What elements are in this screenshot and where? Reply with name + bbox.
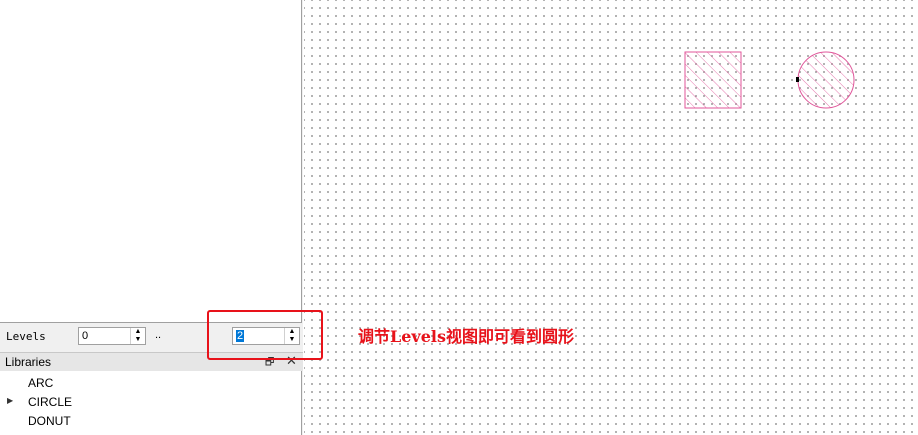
hatched-square-shape[interactable]: [684, 51, 742, 109]
spin-down-icon[interactable]: ▼: [131, 336, 145, 344]
expand-arrow-icon[interactable]: ▶: [7, 396, 13, 405]
library-item-label: CIRCLE: [28, 395, 73, 409]
library-item-arc[interactable]: ARC: [0, 373, 300, 392]
library-item-donut[interactable]: DONUT: [0, 411, 300, 430]
circle-origin-marker: [796, 77, 799, 82]
highlight-box: [207, 310, 323, 360]
annotation-text: 调节Levels视图即可看到圆形: [358, 327, 574, 346]
levels-from-spinbox[interactable]: 0 ▲ ▼: [78, 327, 146, 345]
libraries-title: Libraries: [5, 355, 52, 369]
spin-up-icon[interactable]: ▲: [131, 328, 145, 336]
hatched-circle-shape[interactable]: [797, 51, 855, 109]
levels-range-separator: ..: [155, 329, 162, 341]
library-item-label: ARC: [28, 376, 54, 390]
libraries-tree[interactable]: ARC ▶ CIRCLE DONUT: [0, 371, 302, 435]
levels-label: Levels: [6, 330, 46, 343]
cell-hierarchy-view[interactable]: [0, 0, 302, 323]
library-item-label: DONUT: [28, 414, 71, 428]
levels-from-value[interactable]: 0: [82, 330, 88, 342]
library-item-circle[interactable]: ▶ CIRCLE: [0, 392, 300, 411]
levels-from-spin-buttons[interactable]: ▲ ▼: [130, 328, 145, 344]
layout-shapes: [684, 51, 855, 109]
left-panel: Levels 0 ▲ ▼ .. 2 ▲ ▼ Libraries 🗗 ✕ ARC: [0, 0, 303, 435]
